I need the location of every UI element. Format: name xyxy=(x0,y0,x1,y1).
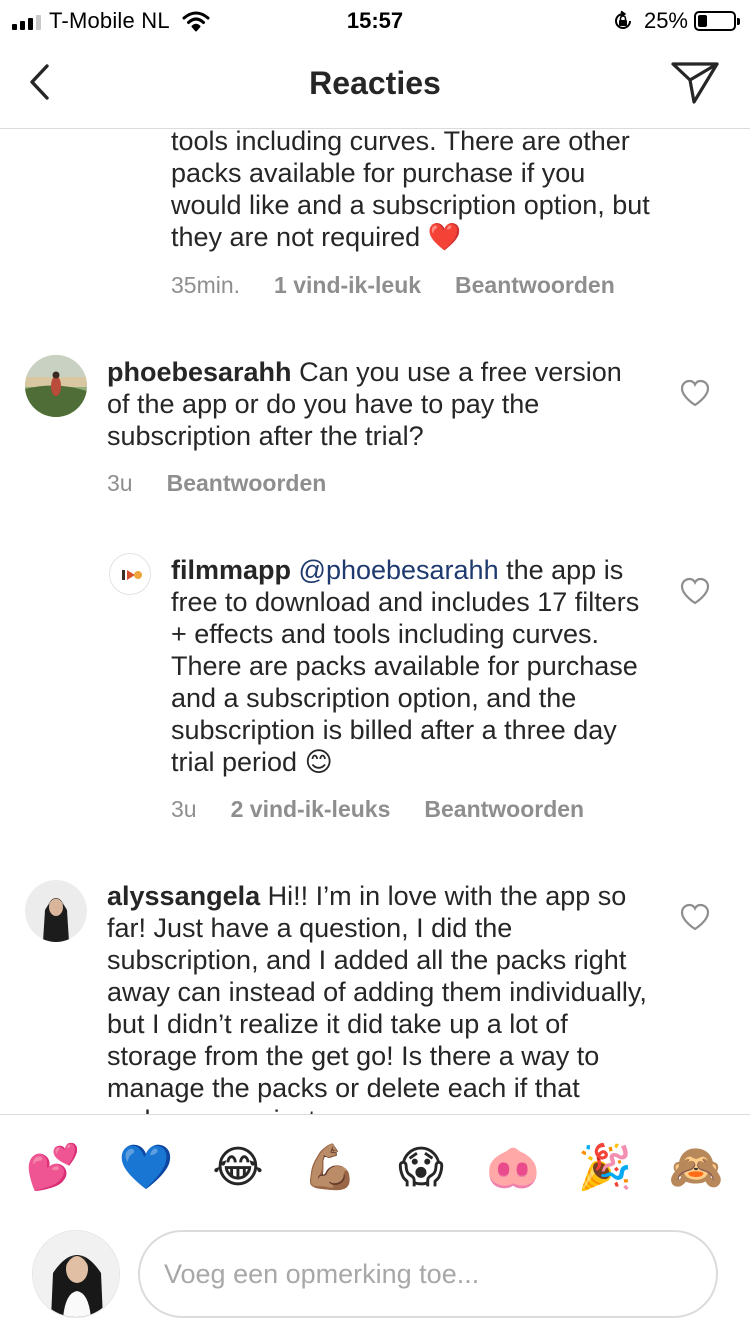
emoji-party-popper[interactable]: 🎉 xyxy=(575,1143,635,1193)
comment-time: 3u xyxy=(107,470,133,496)
heart-icon[interactable] xyxy=(680,903,710,931)
heart-icon[interactable] xyxy=(680,379,710,407)
comment-time: 3u xyxy=(171,796,197,822)
comment-username[interactable]: filmmapp xyxy=(171,555,291,585)
emoji-flexed-biceps[interactable]: 💪🏽 xyxy=(300,1143,360,1193)
emoji-tears-of-joy[interactable]: 😂 xyxy=(208,1143,268,1193)
avatar[interactable] xyxy=(25,355,87,417)
comment-meta: 35min. 1 vind-ik-leuk Beantwoorden xyxy=(171,272,649,299)
battery-percentage: 25% xyxy=(643,8,688,33)
battery-icon xyxy=(694,11,740,31)
avatar[interactable] xyxy=(109,553,151,595)
comment-text: filmmapp @phoebesarahh the app is free t… xyxy=(171,555,640,777)
comment-meta: 3u 2 vind-ik-leuks Beantwoorden xyxy=(171,796,618,823)
comment-input-container[interactable] xyxy=(138,1230,718,1318)
paper-plane-icon[interactable] xyxy=(670,60,720,106)
comment-meta: 3u Beantwoorden xyxy=(107,470,360,497)
navigation-bar: Reacties xyxy=(0,40,750,129)
reply-button[interactable]: Beantwoorden xyxy=(424,796,584,823)
comment-input[interactable] xyxy=(140,1232,716,1316)
emoji-blue-heart[interactable]: 💙 xyxy=(116,1143,176,1193)
reply-button[interactable]: Beantwoorden xyxy=(167,470,327,497)
emoji-pig-nose[interactable]: 🐽 xyxy=(483,1143,543,1193)
comment-text: tools including curves. There are other … xyxy=(171,130,650,252)
rotation-lock-icon xyxy=(614,10,631,29)
comment-time: 35min. xyxy=(171,272,241,298)
comment-composer xyxy=(0,1222,750,1334)
comment-likes-link[interactable]: 2 vind-ik-leuks xyxy=(231,796,391,823)
comment-text: phoebesarahh Can you use a free version … xyxy=(107,357,622,451)
emoji-two-hearts[interactable]: 💕 xyxy=(23,1143,83,1193)
emoji-screaming[interactable]: 😱 xyxy=(391,1143,451,1193)
status-right: 25% xyxy=(612,8,740,34)
reply-button[interactable]: Beantwoorden xyxy=(455,272,615,299)
comments-list[interactable]: tools including curves. There are other … xyxy=(0,130,750,1114)
page-title: Reacties xyxy=(309,65,441,101)
status-bar: T-Mobile NL 15:57 25% xyxy=(0,0,750,40)
comment-username[interactable]: phoebesarahh xyxy=(107,357,292,387)
comment-likes-link[interactable]: 1 vind-ik-leuk xyxy=(274,272,421,299)
avatar[interactable] xyxy=(25,880,87,942)
comment-username[interactable]: alyssangela xyxy=(107,881,260,911)
comment-text: alyssangela Hi!! I’m in love with the ap… xyxy=(107,881,647,1114)
mention-link[interactable]: @phoebesarahh xyxy=(299,555,499,585)
emoji-quick-bar: 💕 💙 😂 💪🏽 😱 🐽 🎉 🙈 xyxy=(0,1114,750,1222)
avatar xyxy=(32,1230,120,1318)
battery-fill xyxy=(698,15,707,27)
emoji-see-no-evil-monkey[interactable]: 🙈 xyxy=(666,1143,726,1193)
heart-icon[interactable] xyxy=(680,577,710,605)
